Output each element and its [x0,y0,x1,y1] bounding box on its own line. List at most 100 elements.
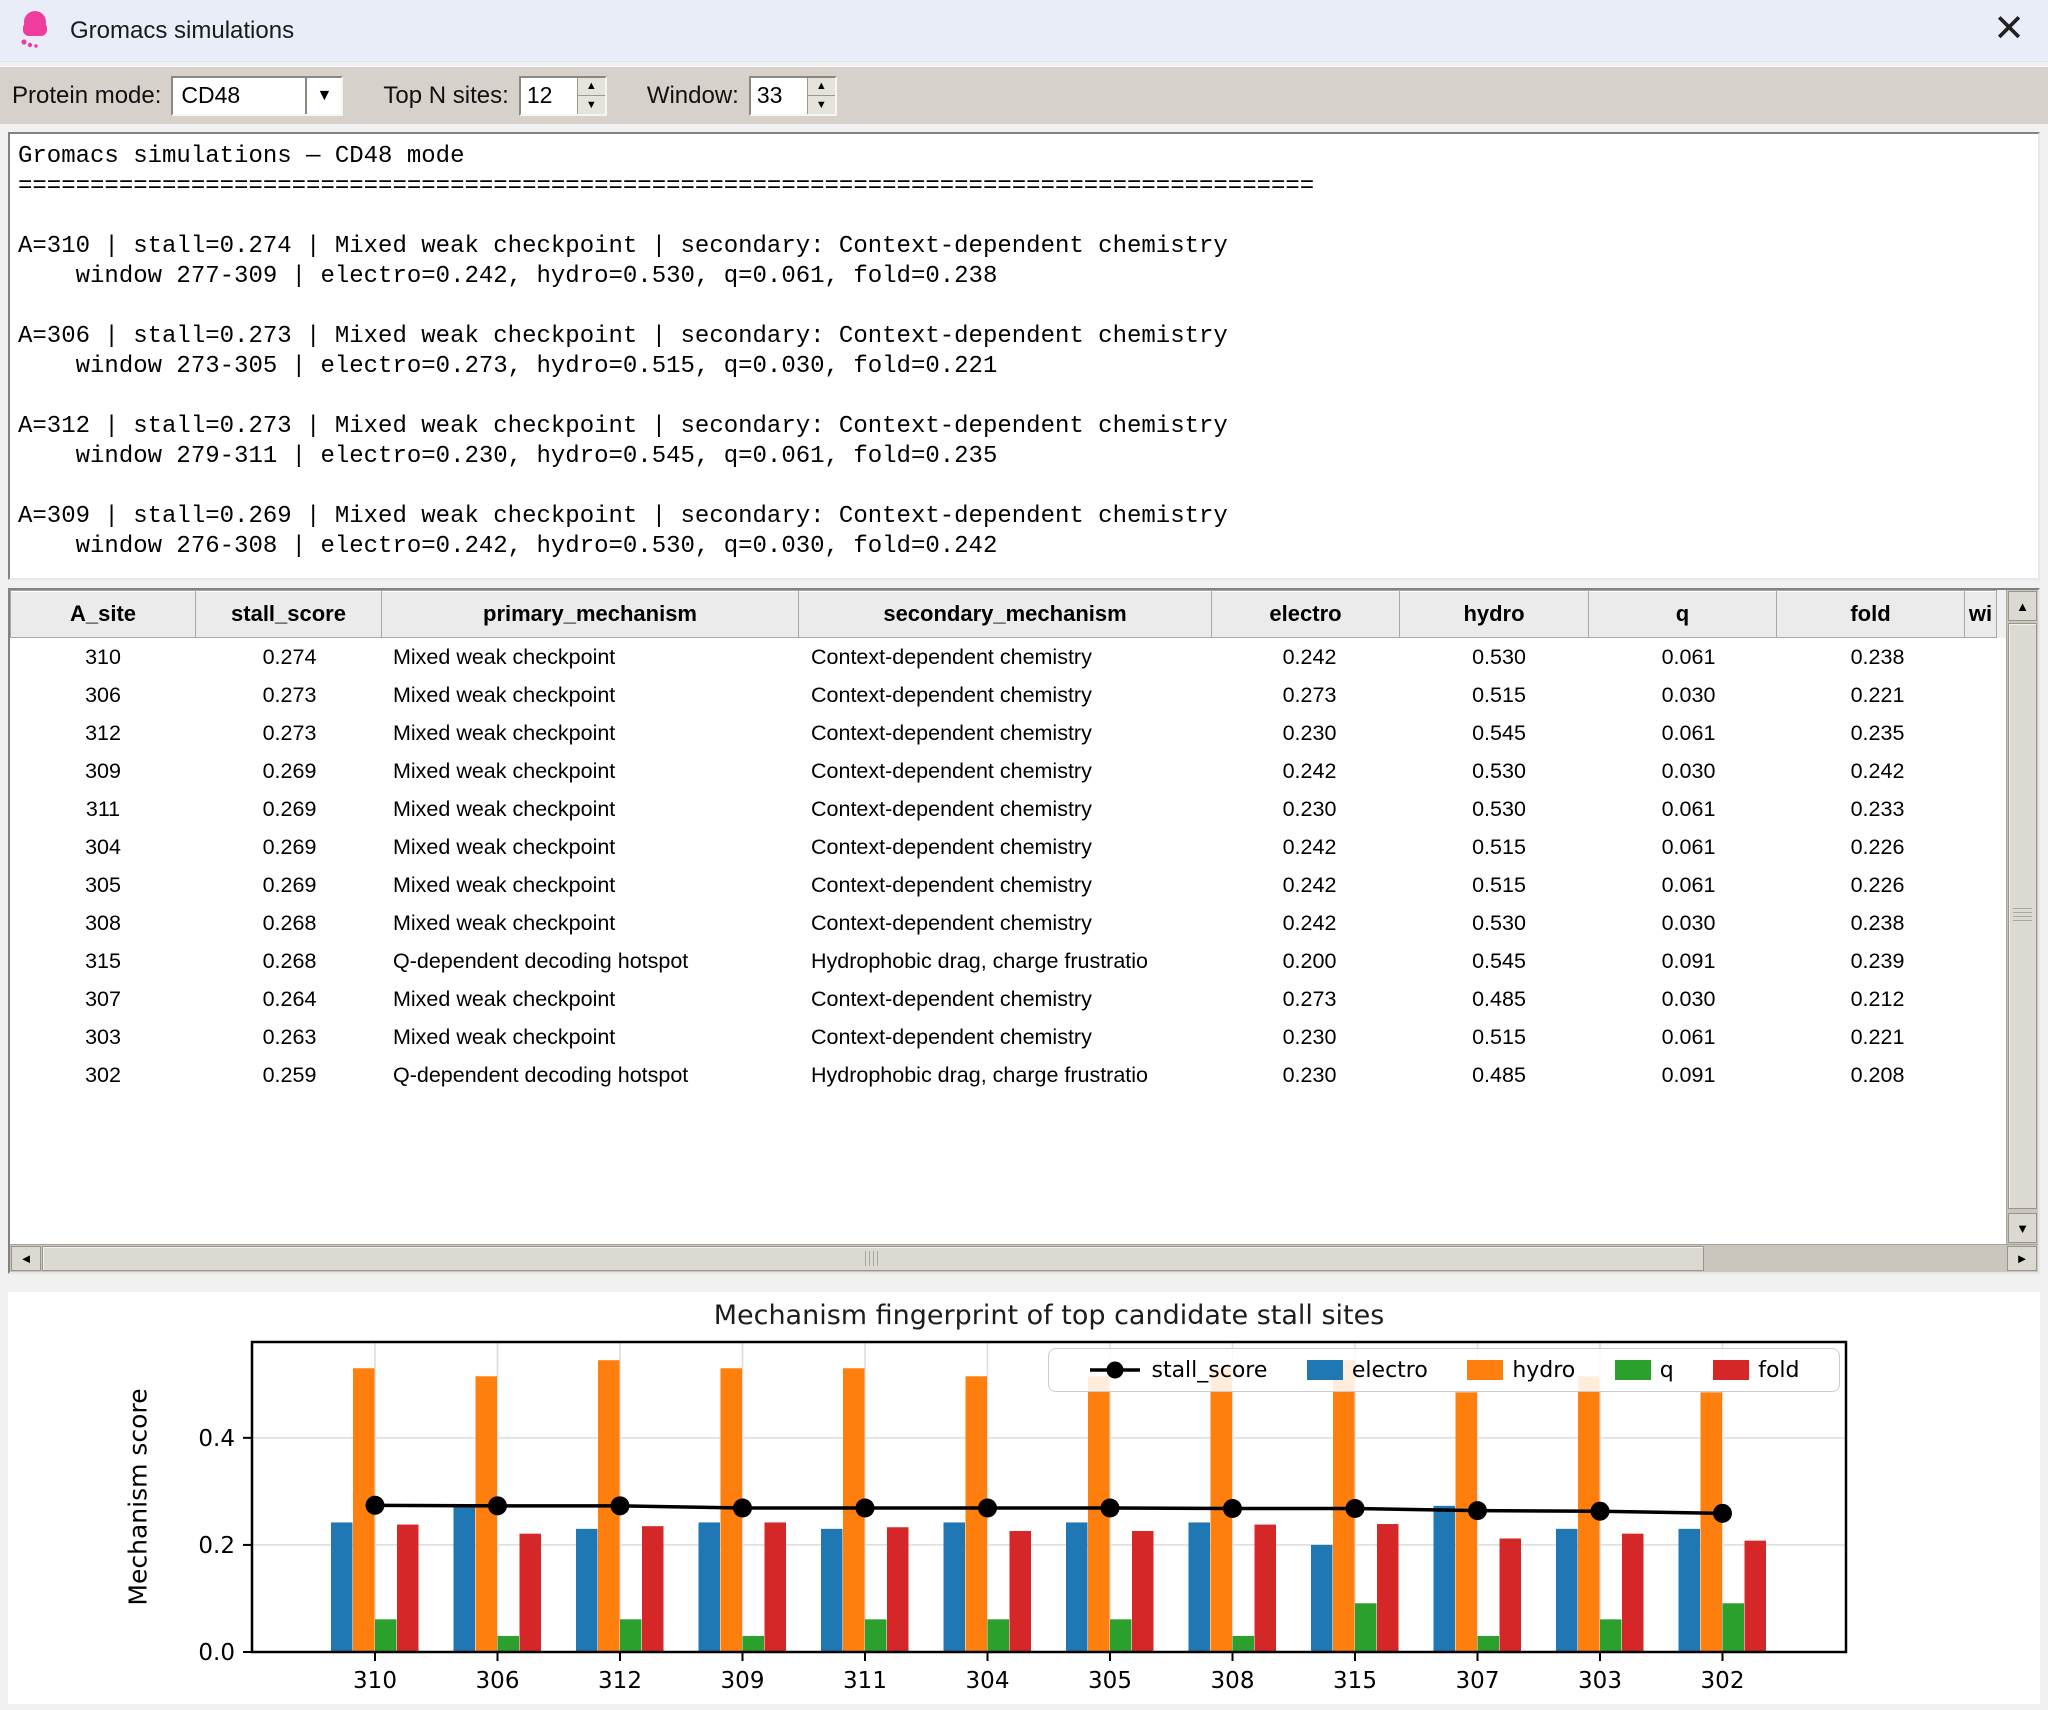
console-output[interactable]: Gromacs simulations — CD48 mode ========… [10,134,2038,562]
svg-text:0.0: 0.0 [198,1640,235,1666]
table-cell: Mixed weak checkpoint [383,721,801,746]
table-cell: 0.545 [1404,721,1594,746]
table-cell: 0.268 [196,949,383,974]
svg-text:311: 311 [843,1668,887,1694]
table-cell: 0.242 [1215,911,1404,936]
spin-down-icon[interactable]: ▼ [808,96,835,114]
table-cell: 0.030 [1594,987,1783,1012]
table-cell: 307 [10,987,196,1012]
table-cell: 310 [10,645,196,670]
header-cell-fold[interactable]: fold [1776,590,1965,638]
table-cell: 0.061 [1594,797,1783,822]
table-cell: Hydrophobic drag, charge frustratio [801,949,1215,974]
legend-item-hydro: hydro [1467,1358,1575,1383]
close-button[interactable]: ✕ [1986,6,2032,52]
protein-mode-select[interactable]: CD48 ▼ [171,76,343,116]
table-cell: 306 [10,683,196,708]
scroll-up-icon[interactable]: ▲ [2008,591,2037,621]
table-row[interactable]: 3090.269Mixed weak checkpointContext-dep… [10,752,2006,790]
scroll-left-icon[interactable]: ◄ [11,1246,41,1271]
svg-text:0.2: 0.2 [198,1533,235,1559]
table-cell: 0.263 [196,1025,383,1050]
svg-text:307: 307 [1456,1668,1500,1694]
table-row[interactable]: 3120.273Mixed weak checkpointContext-dep… [10,714,2006,752]
top-n-input[interactable] [521,78,577,114]
table-row[interactable]: 3110.269Mixed weak checkpointContext-dep… [10,790,2006,828]
chevron-down-icon[interactable]: ▼ [305,78,341,114]
table-cell: 0.226 [1783,835,1972,860]
window-size-input[interactable] [751,78,807,114]
spin-up-icon[interactable]: ▲ [808,78,835,97]
header-cell-q[interactable]: q [1588,590,1777,638]
q-swatch-icon [1615,1360,1651,1380]
table-row[interactable]: 3020.259Q-dependent decoding hotspotHydr… [10,1056,2006,1094]
table-row[interactable]: 3070.264Mixed weak checkpointContext-dep… [10,980,2006,1018]
electro-swatch-icon [1307,1360,1343,1380]
table-cell: 0.242 [1783,759,1972,784]
table-cell: 0.485 [1404,1063,1594,1088]
table-row[interactable]: 3030.263Mixed weak checkpointContext-dep… [10,1018,2006,1056]
table-cell: 0.061 [1594,721,1783,746]
spin-down-icon[interactable]: ▼ [578,96,605,114]
table-cell: 0.515 [1404,1025,1594,1050]
header-cell-a-site[interactable]: A_site [10,590,196,638]
console-panel: Gromacs simulations — CD48 mode ========… [8,132,2040,580]
chart-title: Mechanism fingerprint of top candidate s… [252,1300,1846,1331]
table-cell: 0.269 [196,759,383,784]
svg-text:302: 302 [1701,1668,1745,1694]
table-row[interactable]: 3150.268Q-dependent decoding hotspotHydr… [10,942,2006,980]
legend-item-electro: electro [1307,1358,1428,1383]
window-title: Gromacs simulations [70,17,294,45]
table-cell: 0.273 [1215,987,1404,1012]
table-cell: 0.274 [196,645,383,670]
table-row[interactable]: 3080.268Mixed weak checkpointContext-dep… [10,904,2006,942]
scroll-down-icon[interactable]: ▼ [2008,1213,2037,1243]
table-cell: Context-dependent chemistry [801,835,1215,860]
table-cell: 0.269 [196,835,383,860]
table-row[interactable]: 3050.269Mixed weak checkpointContext-dep… [10,866,2006,904]
table-cell: 303 [10,1025,196,1050]
table-cell: Mixed weak checkpoint [383,759,801,784]
table-row[interactable]: 3060.273Mixed weak checkpointContext-dep… [10,676,2006,714]
table-cell: Context-dependent chemistry [801,645,1215,670]
table-cell: 0.226 [1783,873,1972,898]
table-cell: 0.238 [1783,911,1972,936]
table-cell: Context-dependent chemistry [801,911,1215,936]
table-cell: 0.515 [1404,683,1594,708]
table-cell: 0.530 [1404,797,1594,822]
header-cell-stall-score[interactable]: stall_score [195,590,382,638]
table-cell: Mixed weak checkpoint [383,835,801,860]
table-cell: Context-dependent chemistry [801,873,1215,898]
table-header: A_site stall_score primary_mechanism sec… [10,590,2006,638]
horizontal-scrollbar-thumb[interactable] [42,1246,1704,1271]
header-cell-hydro[interactable]: hydro [1399,590,1589,638]
header-cell-wi[interactable]: wi [1964,590,1997,638]
table-cell: 0.273 [196,683,383,708]
table-cell: 0.230 [1215,797,1404,822]
header-cell-secondary-mechanism[interactable]: secondary_mechanism [798,590,1212,638]
table-row[interactable]: 3100.274Mixed weak checkpointContext-dep… [10,638,2006,676]
table-cell: 308 [10,911,196,936]
table-cell: Context-dependent chemistry [801,1025,1215,1050]
horizontal-scrollbar[interactable]: ◄ ► [10,1244,2038,1272]
svg-text:303: 303 [1578,1668,1622,1694]
table-cell: 0.221 [1783,683,1972,708]
vertical-scrollbar[interactable]: ▲ ▼ [2006,590,2038,1244]
header-cell-primary-mechanism[interactable]: primary_mechanism [381,590,799,638]
vertical-scrollbar-thumb[interactable] [2008,623,2037,1209]
header-cell-electro[interactable]: electro [1211,590,1400,638]
table-cell: Context-dependent chemistry [801,987,1215,1012]
toolbar: Protein mode: CD48 ▼ Top N sites: ▲ ▼ Wi… [0,66,2048,124]
table-row[interactable]: 3040.269Mixed weak checkpointContext-dep… [10,828,2006,866]
table-cell: 0.091 [1594,949,1783,974]
table-cell: 305 [10,873,196,898]
scroll-right-icon[interactable]: ► [2007,1246,2037,1271]
table-cell: 0.061 [1594,873,1783,898]
window-size-label: Window: [647,82,739,110]
table-cell: 304 [10,835,196,860]
svg-text:0.4: 0.4 [198,1426,235,1452]
table-cell: 0.530 [1404,759,1594,784]
spin-up-icon[interactable]: ▲ [578,78,605,97]
svg-text:308: 308 [1211,1668,1255,1694]
table-cell: Context-dependent chemistry [801,797,1215,822]
